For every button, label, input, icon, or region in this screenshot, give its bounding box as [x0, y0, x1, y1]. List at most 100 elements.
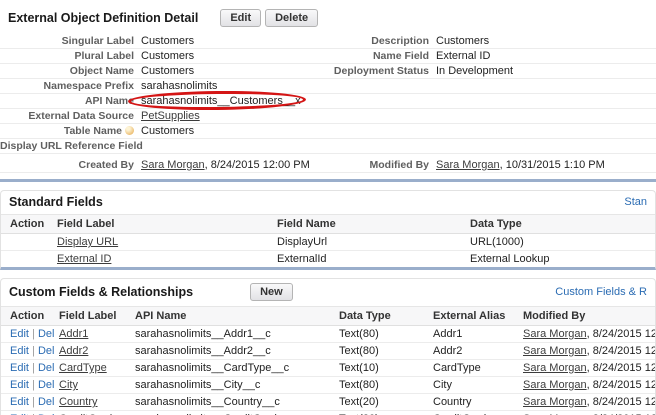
field-label: Deployment Status: [333, 65, 429, 77]
edit-link[interactable]: Edit: [10, 362, 29, 374]
external-alias-cell: City: [429, 376, 519, 394]
edit-link[interactable]: Edit: [10, 345, 29, 357]
standard-fields-tbody: Display URL DisplayUrl URL(1000) External I…: [1, 234, 655, 267]
field-label-link[interactable]: Country: [59, 396, 98, 408]
custom-fields-help-link[interactable]: Custom Fields & R: [555, 286, 647, 298]
action-cell: [1, 234, 53, 251]
field-name-cell: ExternalId: [273, 250, 466, 267]
page-title: External Object Definition Detail: [8, 11, 199, 25]
field-label-cell: CreditCard: [55, 410, 131, 415]
del-link[interactable]: Del: [38, 362, 55, 374]
column-header: Field Label: [55, 306, 131, 326]
field-label-cell: CardType: [55, 359, 131, 377]
modified-by-cell: Sara Morgan, 8/24/2015 12:00 PM: [519, 393, 655, 411]
modified-date: , 8/24/2015 12:00 PM: [586, 328, 655, 340]
api-name-cell: sarahasnolimits__City__c: [131, 376, 335, 394]
modified-by-cell: Sara Morgan, 8/24/2015 12:00 PM: [519, 326, 655, 343]
table-row: Edit | Del Addr1 sarahasnolimits__Addr1__c…: [1, 326, 655, 343]
custom-fields-table: Action Field Label API Name Data Type Ex…: [1, 306, 655, 415]
column-header: Modified By: [519, 306, 655, 326]
action-cell: Edit | Del: [1, 393, 55, 411]
field-label: Name Field: [372, 50, 429, 62]
description-value: Customers: [436, 35, 490, 47]
action-separator: |: [28, 328, 38, 340]
modified-date: , 8/24/2015 12:00 PM: [586, 379, 655, 391]
field-label-link[interactable]: External ID: [57, 253, 111, 265]
custom-fields-header: Custom Fields & Relationships New Custom…: [1, 279, 655, 306]
section-title: Custom Fields & Relationships: [9, 285, 194, 299]
modified-by-user-link[interactable]: Sara Morgan: [523, 362, 587, 374]
action-cell: [1, 250, 53, 267]
modified-by-user-link[interactable]: Sara Morgan: [436, 159, 500, 171]
field-label-link[interactable]: Addr2: [59, 345, 88, 357]
created-by-user-link[interactable]: Sara Morgan: [141, 159, 205, 171]
action-separator: |: [28, 379, 38, 391]
new-button[interactable]: New: [250, 283, 293, 301]
data-type-cell: Text(80): [339, 328, 379, 340]
column-header: API Name: [131, 306, 335, 326]
data-type-cell: Text(80): [335, 376, 429, 394]
del-link[interactable]: Del: [38, 379, 55, 391]
data-type-cell: Text(80): [335, 342, 429, 360]
detail-row: Singular Label Customers Description Cus…: [0, 34, 656, 49]
del-link[interactable]: Del: [38, 396, 55, 408]
field-label: API Name: [84, 95, 134, 107]
column-header: Field Name: [273, 214, 466, 234]
external-alias-cell: CardType: [429, 359, 519, 377]
detail-header: External Object Definition Detail Edit D…: [0, 0, 656, 34]
del-link[interactable]: Del: [38, 345, 55, 357]
detail-row: Object Name Customers Deployment Status …: [0, 64, 656, 79]
modified-by-user-link[interactable]: Sara Morgan: [523, 345, 587, 357]
modified-by-cell: Sara Morgan, 8/24/2015 12:00 PM: [519, 376, 655, 394]
api-name-value: sarahasnolimits__Customers__x: [141, 95, 301, 107]
field-label-link[interactable]: City: [59, 379, 78, 391]
modified-by-user-link[interactable]: Sara Morgan: [523, 379, 587, 391]
data-type-cell: External Lookup: [466, 250, 655, 267]
detail-row: API Name sarahasnolimits__Customers__x: [0, 90, 656, 111]
field-label-link[interactable]: Addr1: [59, 328, 88, 340]
field-label-link[interactable]: Display URL: [57, 236, 118, 248]
modified-by-cell: Sara Morgan, 8/24/2015 12:00 PM: [519, 410, 655, 415]
delete-button[interactable]: Delete: [265, 9, 319, 27]
standard-fields-table: Action Field Label Field Name Data Type …: [1, 214, 655, 267]
plural-label-value: Customers: [141, 50, 195, 62]
help-icon[interactable]: [125, 126, 134, 135]
field-label-cell: City: [55, 376, 131, 394]
external-alias-cell: Addr1: [433, 328, 463, 340]
api-name-cell: sarahasnolimits__Country__c: [131, 393, 335, 411]
detail-row: Plural Label Customers Name Field Extern…: [0, 49, 656, 64]
field-label: Modified By: [369, 158, 430, 171]
edit-button[interactable]: Edit: [220, 9, 262, 27]
action-cell: Edit | Del: [1, 410, 55, 415]
field-label: Singular Label: [61, 35, 134, 47]
field-label-cell: Addr1: [55, 326, 131, 343]
table-row: Edit | DelCreditCardsarahasnolimits__Cre…: [1, 410, 655, 415]
action-separator: |: [28, 362, 38, 374]
edit-link[interactable]: Edit: [10, 396, 29, 408]
edit-link[interactable]: Edit: [10, 328, 29, 340]
field-label: Plural Label: [74, 50, 134, 62]
field-label: Table Name: [63, 125, 122, 137]
modified-by-user-link[interactable]: Sara Morgan: [523, 396, 587, 408]
table-header-row: Action Field Label Field Name Data Type: [1, 214, 655, 234]
detail-buttons: Edit Delete: [220, 9, 319, 27]
modified-date: , 8/24/2015 12:00 PM: [586, 396, 655, 408]
table-row: Edit | Del CardType sarahasnolimits__CardT…: [1, 359, 655, 377]
external-data-source-link[interactable]: PetSupplies: [141, 110, 200, 122]
modified-by-user-link[interactable]: Sara Morgan: [523, 328, 587, 340]
column-header: Data Type: [335, 306, 429, 326]
modified-date: , 10/31/2015 1:10 PM: [499, 158, 605, 171]
singular-label-value: Customers: [141, 35, 195, 47]
standard-fields-help-link[interactable]: Stan: [624, 196, 647, 208]
action-cell: Edit | Del: [1, 342, 55, 360]
section-title: Standard Fields: [9, 195, 103, 209]
detail-row: Table Name Customers: [0, 124, 656, 139]
api-name-cell: sarahasnolimits__CreditCard__c: [131, 410, 335, 415]
field-label: Display URL Reference Field: [0, 140, 143, 152]
external-alias-cell: Country: [429, 393, 519, 411]
table-name-value: Customers: [141, 125, 195, 137]
field-label-link[interactable]: CardType: [59, 362, 107, 374]
del-link[interactable]: Del: [38, 328, 55, 340]
field-label-cell: Display URL: [53, 234, 273, 251]
edit-link[interactable]: Edit: [10, 379, 29, 391]
